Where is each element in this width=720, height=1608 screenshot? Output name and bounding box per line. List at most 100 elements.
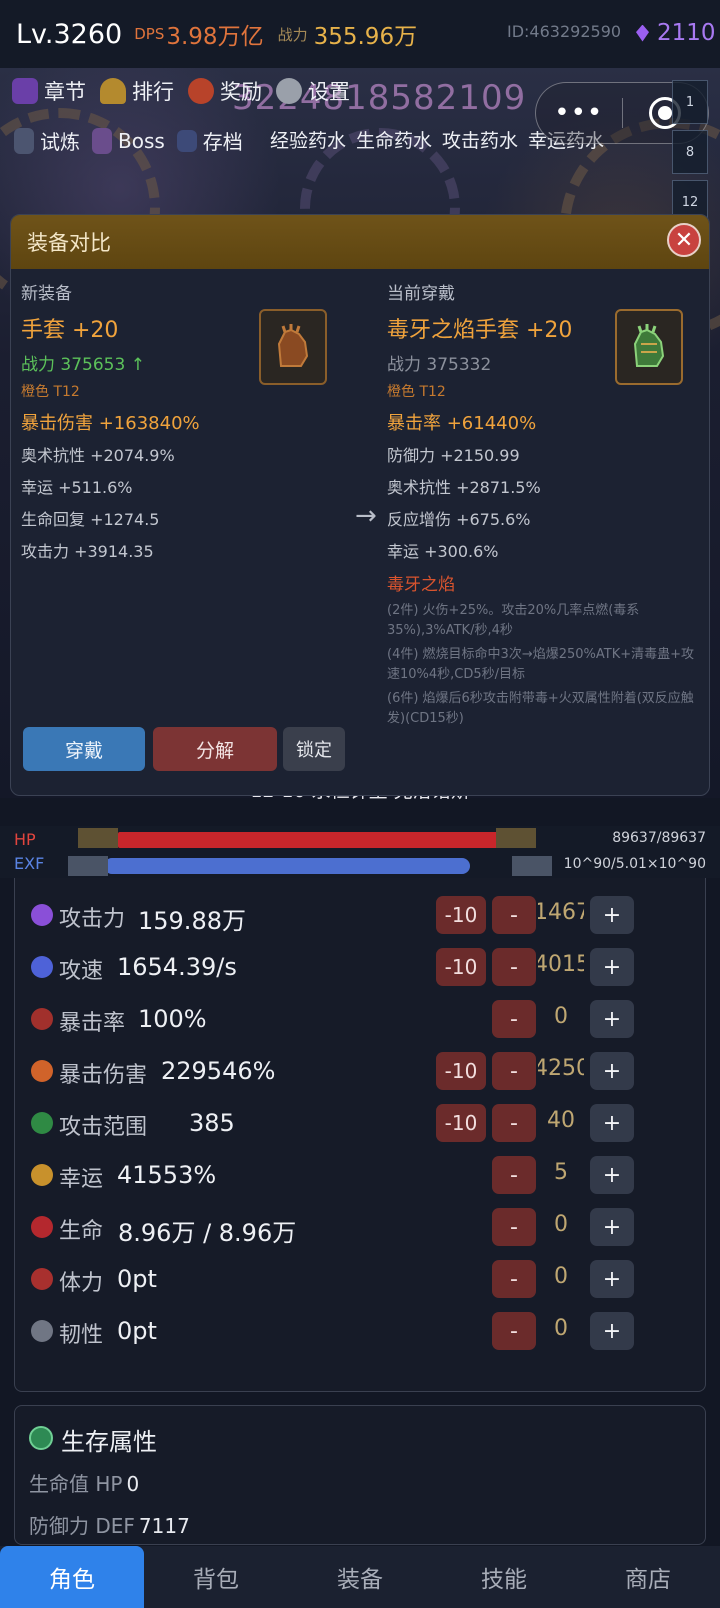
shield-icon <box>29 1426 53 1450</box>
attribute-name: 攻击范围 <box>59 1115 148 1140</box>
plus-one-button[interactable]: + <box>590 1156 634 1194</box>
allocated-points: 1467 <box>538 900 584 925</box>
decompose-button[interactable]: 分解 <box>153 727 277 771</box>
attribute-name: 攻速 <box>59 959 104 984</box>
attribute-name: 暴击伤害 <box>59 1063 148 1088</box>
top-status-bar: Lv.3260 DPS 3.98万亿 战力 355.96万 ID:4632925… <box>0 0 720 68</box>
exp-value: 10^90/5.01×10^90 <box>563 856 706 872</box>
plus-one-button[interactable]: + <box>590 896 634 934</box>
allocated-points: 0 <box>554 1212 568 1237</box>
glove-icon <box>277 324 309 367</box>
nav-equipment[interactable]: 装备 <box>288 1546 432 1608</box>
potion-exp[interactable]: 经验药水 <box>270 126 346 153</box>
main-menu: 章节 排行 奖励 设置 <box>12 76 350 106</box>
close-button[interactable]: ✕ <box>667 223 701 257</box>
minus-one-button[interactable]: - <box>492 1260 536 1298</box>
survival-panel: 生存属性 生命值 HP 0 防御力 DEF 7117 <box>14 1405 706 1545</box>
attribute-icon <box>31 1060 53 1082</box>
equip-button[interactable]: 穿戴 <box>23 727 145 771</box>
hp-value: 89637/89637 <box>612 830 706 846</box>
nav-bag[interactable]: 背包 <box>144 1546 288 1608</box>
new-item-stat: 生命回复 +1274.5 <box>21 510 160 529</box>
user-id: ID:463292590 <box>507 22 622 41</box>
attribute-row: 体力 0pt -0 + <box>15 1254 707 1306</box>
hp-exp-bars: HP 89637/89637 EXF 10^90/5.01×10^90 <box>0 826 720 878</box>
allocated-points: 5 <box>554 1160 568 1185</box>
survival-title: 生存属性 <box>61 1428 157 1456</box>
plus-one-button[interactable]: + <box>590 1312 634 1350</box>
survival-label: 生命值 HP <box>29 1472 123 1496</box>
minus-ten-button[interactable]: -10 <box>436 1052 486 1090</box>
attribute-icon <box>31 904 53 926</box>
minus-one-button[interactable]: - <box>492 1312 536 1350</box>
attribute-value: 1654.39/s <box>117 953 237 981</box>
current-item-icon[interactable] <box>615 309 683 385</box>
plus-one-button[interactable]: + <box>590 1208 634 1246</box>
menu-ranking-label: 排行 <box>132 80 174 104</box>
menu-save[interactable]: 存档 <box>176 126 243 155</box>
minus-one-button[interactable]: - <box>492 948 536 986</box>
menu-chapter-label: 章节 <box>44 80 86 104</box>
nav-shop[interactable]: 商店 <box>576 1546 720 1608</box>
dialog-header: 装备对比 ✕ <box>11 215 709 269</box>
menu-rewards[interactable]: 奖励 <box>188 76 262 106</box>
survival-value: 0 <box>126 1472 140 1496</box>
minus-one-button[interactable]: - <box>492 1156 536 1194</box>
hp-bar-fill <box>118 832 500 848</box>
menu-trial[interactable]: 试炼 <box>14 126 80 155</box>
exp-bar-cap <box>68 856 108 876</box>
plus-one-button[interactable]: + <box>590 1052 634 1090</box>
lock-button[interactable]: 锁定 <box>283 727 345 771</box>
minus-one-button[interactable]: - <box>492 1000 536 1038</box>
attribute-value: 385 <box>189 1109 235 1137</box>
allocated-points: 40 <box>547 1108 575 1133</box>
nav-character[interactable]: 角色 <box>0 1546 144 1608</box>
minus-one-button[interactable]: - <box>492 1104 536 1142</box>
exp-label: EXF <box>14 854 45 873</box>
plus-one-button[interactable]: + <box>590 1000 634 1038</box>
bottom-nav: 角色 背包 装备 技能 商店 <box>0 1546 720 1608</box>
attribute-value: 8.96万 / 8.96万 <box>118 1219 297 1247</box>
attribute-icon <box>31 1320 53 1342</box>
menu-ranking[interactable]: 排行 <box>100 76 174 106</box>
menu-chapter[interactable]: 章节 <box>12 76 86 106</box>
dps-label: DPS <box>134 25 165 43</box>
gear-icon <box>276 78 302 104</box>
attribute-row: 韧性 0pt -0 + <box>15 1306 707 1358</box>
nav-skills[interactable]: 技能 <box>432 1546 576 1608</box>
side-slot[interactable]: 1 <box>672 80 708 124</box>
plus-one-button[interactable]: + <box>590 1260 634 1298</box>
plus-one-button[interactable]: + <box>590 948 634 986</box>
minus-ten-button[interactable]: -10 <box>436 896 486 934</box>
poison-glove-icon <box>633 324 665 367</box>
minus-ten-button[interactable]: -10 <box>436 948 486 986</box>
exp-bar-cap <box>512 856 552 876</box>
potion-hp[interactable]: 生命药水 <box>356 126 432 153</box>
set-bonus-2: (2件) 火伤+25%。攻击20%几率点燃(毒系35%),3%ATK/秒,4秒 <box>387 603 640 638</box>
power-value: 355.96万 <box>313 24 418 50</box>
set-name: 毒牙之焰 <box>387 575 455 595</box>
side-slot[interactable]: 8 <box>672 130 708 174</box>
attribute-icon <box>31 1216 53 1238</box>
minus-one-button[interactable]: - <box>492 1208 536 1246</box>
gem-icon <box>636 24 649 42</box>
minus-ten-button[interactable]: -10 <box>436 1104 486 1142</box>
exp-bar <box>104 858 470 874</box>
more-menu-icon[interactable]: ••• <box>536 98 622 128</box>
gem-balance[interactable]: 2110 <box>636 20 716 46</box>
minus-one-button[interactable]: - <box>492 896 536 934</box>
set-bonus-4: (4件) 燃烧目标命中3次→焰爆250%ATK+清毒蛊+攻速10%4秒,CD5秒… <box>387 647 695 682</box>
minus-one-button[interactable]: - <box>492 1052 536 1090</box>
menu-boss[interactable]: Boss <box>92 127 165 154</box>
attribute-name: 攻击力 <box>59 907 126 932</box>
menu-settings[interactable]: 设置 <box>276 76 350 106</box>
new-item-primary-stat: 暴击伤害 +163840% <box>21 413 200 434</box>
book-icon <box>12 78 38 104</box>
allocated-points: 4015 <box>538 952 584 977</box>
plus-one-button[interactable]: + <box>590 1104 634 1142</box>
side-slots: 1 8 12 <box>672 80 708 224</box>
survival-row-def: 防御力 DEF 7117 <box>29 1510 190 1539</box>
attribute-icon <box>31 1008 53 1030</box>
potion-attack[interactable]: 攻击药水 <box>442 126 518 153</box>
new-item-icon[interactable] <box>259 309 327 385</box>
